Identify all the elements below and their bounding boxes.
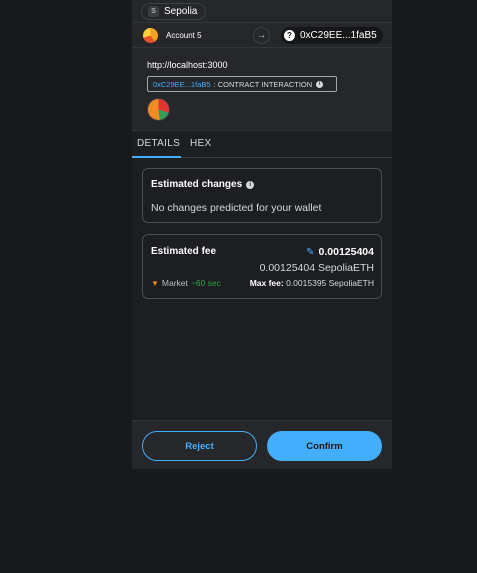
info-icon[interactable]: i [246, 180, 255, 189]
edit-fee-icon[interactable]: ✎ [306, 247, 314, 258]
estimated-changes-title-text: Estimated changes [151, 179, 243, 190]
max-fee-value: 0.0015395 SepoliaETH [286, 278, 374, 288]
network-bar: S Sepolia [132, 0, 392, 22]
request-origin: http://localhost:3000 [147, 60, 228, 70]
account-name: Account 5 [166, 31, 202, 40]
estimated-fee-card: Estimated fee ✎ 0.00125404 0.00125404 Se… [142, 234, 382, 299]
reject-button[interactable]: Reject [142, 431, 257, 461]
network-badge-icon: S [148, 6, 159, 17]
tab-bar: DETAILS HEX [132, 130, 392, 158]
details-panel: Estimated changes i No changes predicted… [132, 158, 392, 420]
gas-market-option[interactable]: ▼ Market ~60 sec [151, 278, 221, 288]
contract-avatar [147, 98, 170, 121]
interaction-type: : CONTRACT INTERACTION [213, 79, 313, 89]
estimated-changes-card: Estimated changes i No changes predicted… [142, 168, 382, 223]
account-avatar [143, 28, 158, 43]
contract-interaction-label: 0xC29EE...1faB5 : CONTRACT INTERACTION i [147, 76, 337, 92]
max-fee: Max fee: 0.0015395 SepoliaETH [250, 278, 374, 288]
confirmation-popup: S Sepolia Account 5 → ? 0xC29EE...1faB5 … [132, 0, 392, 469]
estimated-fee-amount: ✎ 0.00125404 [306, 246, 374, 258]
confirm-button[interactable]: Confirm [267, 431, 382, 461]
question-icon: ? [284, 30, 295, 41]
speed-estimate: ~60 sec [190, 278, 221, 288]
tab-details[interactable]: DETAILS [137, 138, 180, 149]
recipient-address: 0xC29EE...1faB5 [300, 30, 377, 41]
metamask-fox-icon: ▼ [151, 278, 159, 288]
arrow-right-icon: → [253, 27, 270, 44]
estimated-fee-title: Estimated fee [151, 246, 217, 257]
network-name: Sepolia [164, 6, 198, 17]
max-fee-label: Max fee: [249, 278, 284, 288]
recipient-address-pill[interactable]: ? 0xC29EE...1faB5 [281, 27, 383, 44]
estimated-fee-eth: 0.00125404 SepoliaETH [259, 262, 374, 274]
tab-hex[interactable]: HEX [190, 138, 211, 149]
action-footer: Reject Confirm [132, 420, 392, 469]
contract-address-link[interactable]: 0xC29EE...1faB5 [153, 80, 211, 89]
network-selector[interactable]: S Sepolia [141, 3, 207, 20]
estimated-changes-title: Estimated changes i [151, 179, 255, 190]
market-label: Market [161, 278, 188, 288]
estimated-changes-text: No changes predicted for your wallet [151, 202, 322, 214]
estimated-fee-value: 0.00125404 [318, 246, 374, 258]
info-icon[interactable]: i [316, 80, 324, 88]
account-bar: Account 5 → ? 0xC29EE...1faB5 [132, 22, 392, 48]
